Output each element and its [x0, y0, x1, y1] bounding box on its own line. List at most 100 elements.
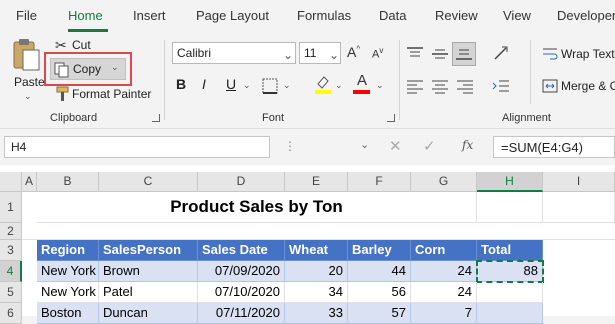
- table-header-barley[interactable]: Barley: [348, 240, 411, 261]
- increase-font-icon[interactable]: A^: [347, 44, 360, 60]
- wrap-text-button[interactable]: Wrap Text: [561, 47, 615, 61]
- column-header-i[interactable]: I: [543, 172, 615, 192]
- group-divider: [164, 40, 165, 120]
- table-cell[interactable]: 24: [411, 282, 477, 303]
- tab-review[interactable]: Review: [435, 8, 478, 23]
- paste-button[interactable]: Paste ⌄: [8, 38, 45, 102]
- align-top-icon[interactable]: [406, 46, 424, 62]
- italic-button[interactable]: I: [202, 76, 206, 92]
- row-header-5[interactable]: 5: [0, 282, 22, 303]
- table-cell[interactable]: 56: [348, 282, 411, 303]
- table-cell[interactable]: 44: [348, 261, 411, 282]
- empty-row[interactable]: [22, 223, 615, 240]
- borders-icon[interactable]: [262, 78, 278, 94]
- table-header-sales-date[interactable]: Sales Date: [198, 240, 285, 261]
- format-painter-button[interactable]: Format Painter: [72, 87, 151, 101]
- align-right-icon[interactable]: [456, 78, 474, 94]
- enter-icon[interactable]: ✓: [423, 137, 436, 155]
- chevron-down-icon: ⌄: [329, 48, 340, 62]
- formula-bar: H4 ⋮ ⌄ ✕ ✓ fx =SUM(E4:G4): [0, 128, 615, 164]
- table-cell[interactable]: 07/09/2020: [198, 261, 285, 282]
- column-header-g[interactable]: G: [411, 172, 477, 192]
- table-cell[interactable]: Duncan: [99, 303, 198, 324]
- clipboard-launcher-icon[interactable]: [152, 114, 160, 122]
- font-launcher-icon[interactable]: [387, 114, 395, 122]
- underline-button[interactable]: U: [226, 76, 236, 92]
- font-size-value: 11: [304, 46, 317, 60]
- table-cell[interactable]: New York: [37, 261, 99, 282]
- column-header-b[interactable]: B: [37, 172, 99, 192]
- formula-input[interactable]: =SUM(E4:G4): [493, 136, 615, 158]
- column-header-h[interactable]: H: [477, 172, 543, 192]
- decrease-font-icon[interactable]: Av: [372, 46, 383, 61]
- align-bottom-button[interactable]: [452, 42, 476, 66]
- row-header-4[interactable]: 4: [0, 261, 22, 282]
- table-cell[interactable]: Brown: [99, 261, 198, 282]
- merge-center-button[interactable]: Merge & C: [561, 79, 615, 93]
- row-header-1[interactable]: 1: [0, 192, 22, 223]
- column-header-c[interactable]: C: [99, 172, 198, 192]
- table-cell[interactable]: 57: [348, 303, 411, 324]
- table-cell[interactable]: 07/10/2020: [198, 282, 285, 303]
- table-cell[interactable]: 7: [411, 303, 477, 324]
- font-size-dropdown[interactable]: 11 ⌄: [299, 42, 341, 64]
- chevron-down-icon[interactable]: ⌄: [111, 62, 119, 73]
- tab-file[interactable]: File: [16, 8, 37, 23]
- select-all-corner[interactable]: [0, 172, 22, 192]
- row-header-6[interactable]: 6: [0, 303, 22, 324]
- table-header-region[interactable]: Region: [37, 240, 99, 261]
- copy-label: Copy: [73, 62, 102, 76]
- chevron-down-icon[interactable]: ⌄: [376, 80, 384, 91]
- tab-page-layout[interactable]: Page Layout: [196, 8, 269, 23]
- cell[interactable]: [477, 192, 543, 223]
- cell[interactable]: [543, 192, 615, 223]
- tab-developer[interactable]: Developer: [557, 8, 615, 23]
- table-cell[interactable]: Boston: [37, 303, 99, 324]
- table-cell[interactable]: [477, 282, 543, 303]
- column-header-e[interactable]: E: [285, 172, 348, 192]
- table-cell[interactable]: Patel: [99, 282, 198, 303]
- row-header-3[interactable]: 3: [0, 240, 22, 261]
- table-cell[interactable]: New York: [37, 282, 99, 303]
- align-center-icon[interactable]: [431, 78, 449, 94]
- table-header-total[interactable]: Total: [477, 240, 543, 261]
- table-cell[interactable]: 33: [285, 303, 348, 324]
- sheet-title[interactable]: Product Sales by Ton: [37, 192, 477, 223]
- copy-button[interactable]: Copy ⌄: [50, 58, 126, 80]
- table-cell[interactable]: 34: [285, 282, 348, 303]
- font-name-dropdown[interactable]: Calibri ⌄: [172, 42, 296, 64]
- bold-button[interactable]: B: [176, 76, 186, 92]
- tab-insert[interactable]: Insert: [133, 8, 166, 23]
- row-header-2[interactable]: 2: [0, 223, 22, 240]
- table-header-corn[interactable]: Corn: [411, 240, 477, 261]
- table-cell[interactable]: 24: [411, 261, 477, 282]
- chevron-down-icon[interactable]: ⌄: [243, 80, 251, 91]
- table-header-salesperson[interactable]: SalesPerson: [99, 240, 198, 261]
- column-header-d[interactable]: D: [198, 172, 285, 192]
- indent-icon[interactable]: [492, 78, 510, 94]
- tab-home[interactable]: Home: [68, 8, 103, 23]
- highlight-color-icon[interactable]: [314, 74, 332, 94]
- chevron-down-icon[interactable]: ⌄: [283, 80, 291, 91]
- table-cell[interactable]: 07/11/2020: [198, 303, 285, 324]
- chevron-down-icon[interactable]: ⌄: [335, 80, 343, 91]
- table-cell[interactable]: [477, 303, 543, 324]
- cut-button[interactable]: Cut: [72, 38, 91, 52]
- table-cell[interactable]: 20: [285, 261, 348, 282]
- tab-formulas[interactable]: Formulas: [297, 8, 351, 23]
- chevron-down-icon: ⌄: [24, 91, 32, 101]
- insert-function-icon[interactable]: fx: [462, 138, 473, 152]
- align-middle-icon[interactable]: [431, 46, 449, 62]
- cancel-icon[interactable]: ✕: [389, 137, 402, 155]
- column-header-a[interactable]: A: [22, 172, 37, 192]
- tab-data[interactable]: Data: [379, 8, 406, 23]
- table-header-wheat[interactable]: Wheat: [285, 240, 348, 261]
- tab-view[interactable]: View: [503, 8, 531, 23]
- chevron-down-icon: ⌄: [283, 48, 294, 62]
- orientation-icon[interactable]: [492, 44, 510, 62]
- name-box[interactable]: H4: [4, 136, 270, 158]
- column-header-f[interactable]: F: [348, 172, 411, 192]
- chevron-down-icon[interactable]: ⌄: [360, 138, 369, 151]
- align-left-icon[interactable]: [406, 78, 424, 94]
- font-color-icon[interactable]: A: [357, 72, 367, 89]
